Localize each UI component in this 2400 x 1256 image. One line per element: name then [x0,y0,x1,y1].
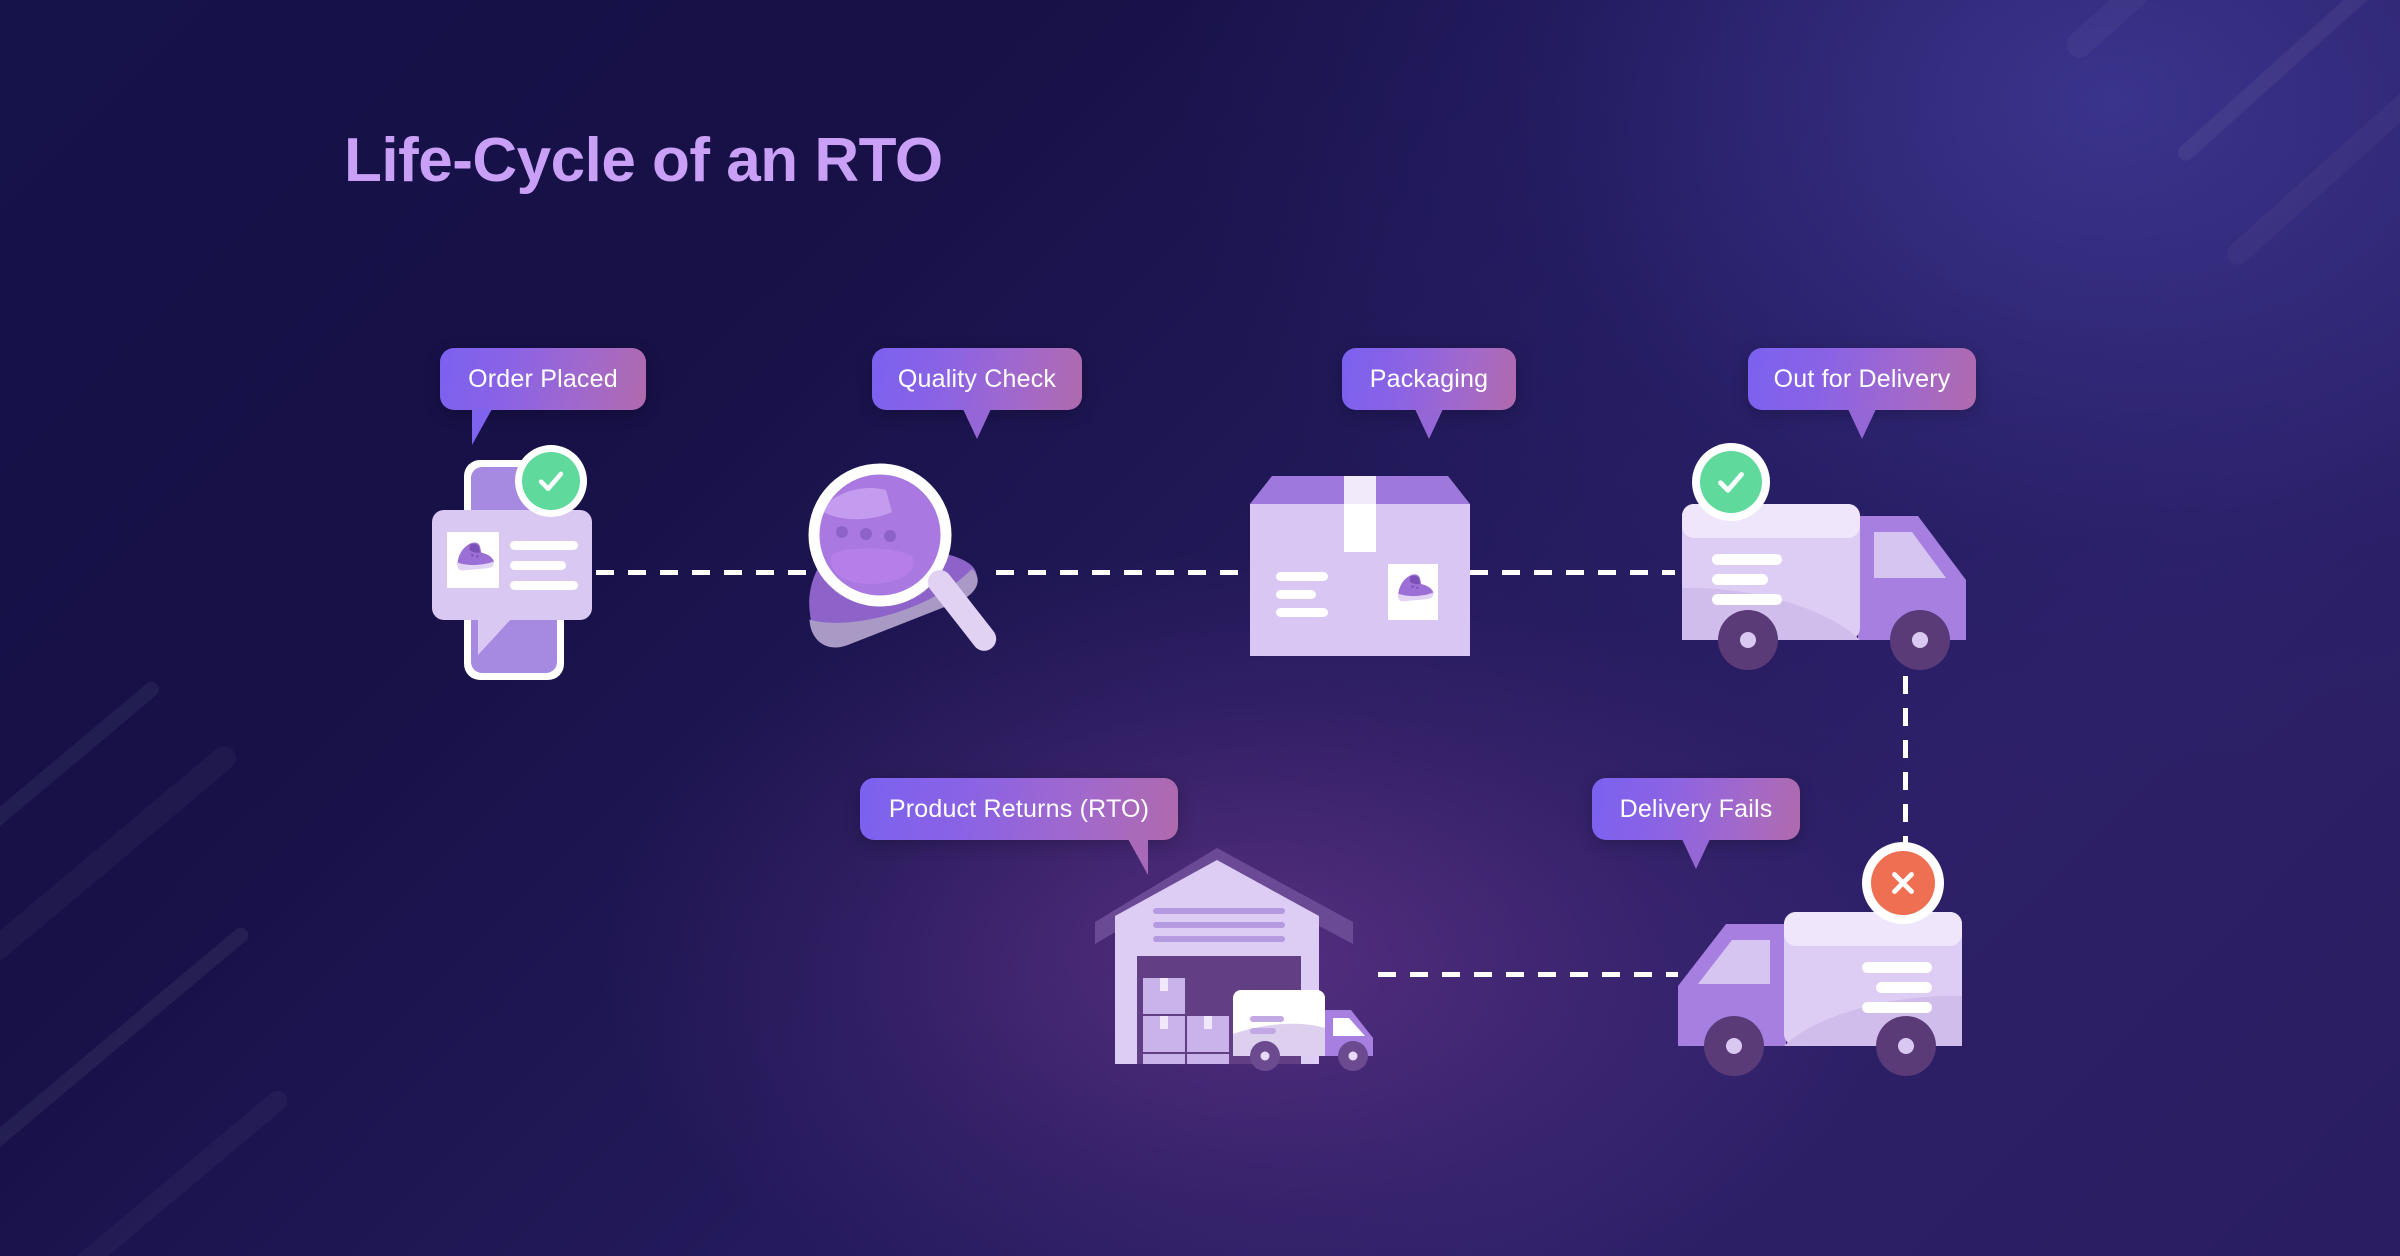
cross-badge-delivery-fails [1862,842,1944,924]
step-label-order-placed[interactable]: Order Placed [440,348,646,445]
step-label-packaging[interactable]: Packaging [1342,348,1516,439]
close-icon [1892,872,1914,894]
page-title: Life-Cycle of an RTO [344,126,943,195]
step-label-product-returns[interactable]: Product Returns (RTO) [860,778,1178,875]
step-label-text: Order Placed [468,364,618,393]
icon-product-returns [1095,838,1385,1071]
pill-tail [1415,409,1443,439]
step-label-out-for-delivery[interactable]: Out for Delivery [1748,348,1976,439]
check-icon [538,471,564,492]
step-label-text: Packaging [1369,364,1489,393]
shipping-box-icon [1250,476,1470,656]
step-label-text: Quality Check [897,364,1057,393]
streak-decoration [2223,32,2400,269]
check-badge-out-for-delivery [1692,443,1770,521]
cross-badge-disc [1871,851,1935,915]
step-label-quality-check[interactable]: Quality Check [872,348,1082,439]
check-badge-disc [522,452,580,510]
pill-tail [1848,409,1876,439]
connector-quality-to-packaging [996,570,1250,575]
check-badge-disc [1700,451,1762,513]
step-label-delivery-fails[interactable]: Delivery Fails [1592,778,1800,869]
connector-packaging-to-delivery [1470,570,1675,575]
streak-decoration [0,924,252,1194]
streak-decoration [0,678,162,974]
icon-packaging [1250,470,1470,660]
check-badge-order-placed [515,445,587,517]
icon-quality-check [780,450,1010,690]
check-icon [1718,472,1744,493]
streak-decoration [34,1087,292,1256]
pill-tail [963,409,991,439]
magnifier-shoe-icon [808,463,997,651]
streak-decoration [2061,0,2400,63]
infographic-canvas: Life-Cycle of an RTO Order Placed Qualit… [0,0,2400,1256]
step-label-text: Product Returns (RTO) [888,794,1150,823]
streak-decoration [0,741,241,1081]
connector-fails-to-returns [1378,972,1678,977]
warehouse-truck-icon [1095,848,1373,1071]
pill-tail [1682,839,1710,869]
step-label-text: Delivery Fails [1619,794,1773,823]
step-label-text: Out for Delivery [1773,364,1951,393]
streak-decoration [2174,0,2400,164]
